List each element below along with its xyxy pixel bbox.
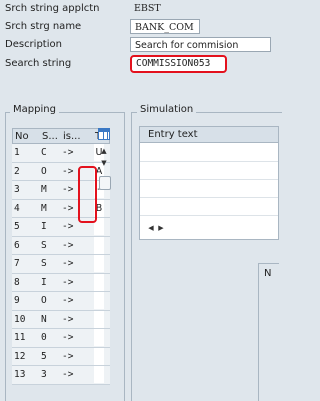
column-s[interactable]: S... xyxy=(42,131,58,142)
row-divider xyxy=(140,197,278,198)
cell-s: 0 xyxy=(41,332,47,343)
column-entry-text[interactable]: Entry text xyxy=(148,129,198,140)
cell-is: -> xyxy=(62,276,74,288)
target-column-highlight xyxy=(78,166,97,223)
cell-t-input[interactable] xyxy=(94,236,104,254)
value-search-string-application: EBST xyxy=(134,3,161,14)
cell-s: 5 xyxy=(41,350,47,362)
cell-t-input[interactable] xyxy=(94,366,104,383)
simulation-table: Entry text xyxy=(139,126,279,240)
cell-is: -> xyxy=(62,369,74,380)
table-row: 8 I -> xyxy=(12,273,110,292)
simulation-title: Simulation xyxy=(137,104,197,115)
scroll-up-icon[interactable]: ▲ xyxy=(97,145,111,157)
mapping-vertical-scrollbar[interactable]: ▲ ▼ xyxy=(97,144,111,192)
table-row: 7 S -> xyxy=(12,255,110,274)
scroll-down-icon[interactable]: ▼ xyxy=(97,157,111,169)
cell-s: I xyxy=(41,276,47,288)
cell-is: -> xyxy=(62,295,74,306)
cell-is: -> xyxy=(62,350,74,362)
cell-s: M xyxy=(41,184,47,195)
cell-is: -> xyxy=(62,221,74,232)
table-row: 10 N -> xyxy=(12,310,110,329)
field-row-description: Description Search for commision xyxy=(0,36,271,54)
table-row: 11 0 -> xyxy=(12,329,110,348)
cell-is: -> xyxy=(62,332,74,343)
cell-no: 4 xyxy=(14,202,20,214)
header-form: Srch string applctn EBST Srch strg name … xyxy=(0,0,271,73)
cell-s: O xyxy=(41,295,47,306)
simulation-table-header: Entry text xyxy=(140,127,278,143)
lower-table-column: N xyxy=(264,268,272,279)
label-description: Description xyxy=(5,39,62,50)
cell-s: 3 xyxy=(41,369,47,380)
label-search-string-name: Srch strg name xyxy=(5,21,82,32)
cell-t-input[interactable] xyxy=(94,329,104,346)
table-row: 1 C -> U xyxy=(12,144,110,163)
cell-no: 7 xyxy=(14,258,20,269)
cell-s: I xyxy=(41,221,47,232)
search-string-name-field[interactable]: BANK_COM xyxy=(130,19,200,34)
cell-t-input[interactable] xyxy=(94,273,104,291)
cell-s: S xyxy=(41,239,47,251)
cell-s: O xyxy=(41,165,47,177)
table-settings-icon[interactable] xyxy=(98,128,110,140)
field-row-application: Srch string applctn EBST xyxy=(0,0,271,18)
scroll-thumb[interactable] xyxy=(99,176,111,190)
cell-t-input[interactable] xyxy=(94,347,104,365)
cell-no: 6 xyxy=(14,239,20,251)
cell-no: 9 xyxy=(14,295,20,306)
column-no[interactable]: No xyxy=(15,131,29,142)
scroll-right-icon[interactable]: ▶ xyxy=(156,224,166,232)
cell-is: -> xyxy=(62,165,74,177)
mapping-table-header: No S... is... T... xyxy=(12,128,110,144)
row-divider xyxy=(140,179,278,180)
label-search-string-application: Srch string applctn xyxy=(5,3,100,14)
cell-is: -> xyxy=(62,258,74,269)
cell-t-input[interactable] xyxy=(94,310,104,328)
cell-s: S xyxy=(41,258,47,269)
simulation-horizontal-scrollbar[interactable]: ◀ ▶ xyxy=(146,224,166,232)
cell-no: 2 xyxy=(14,165,20,177)
cell-no: 12 xyxy=(14,350,26,362)
row-divider xyxy=(140,215,278,216)
table-row: 6 S -> xyxy=(12,236,110,255)
field-row-search-string: Search string COMMISSION053 xyxy=(0,55,271,73)
field-row-name: Srch strg name BANK_COM xyxy=(0,18,271,36)
column-is[interactable]: is... xyxy=(63,131,81,142)
cell-no: 10 xyxy=(14,313,26,325)
cell-no: 3 xyxy=(14,184,20,195)
lower-table-partial: N xyxy=(258,263,279,401)
cell-t-input[interactable] xyxy=(94,292,104,309)
cell-s: M xyxy=(41,202,47,214)
mapping-title: Mapping xyxy=(10,104,59,115)
label-search-string: Search string xyxy=(5,58,72,69)
table-row: 12 5 -> xyxy=(12,347,110,366)
cell-t-input[interactable] xyxy=(94,255,104,272)
cell-s: N xyxy=(41,313,47,325)
cell-is: -> xyxy=(62,147,74,158)
cell-no: 5 xyxy=(14,221,20,232)
table-row: 9 O -> xyxy=(12,292,110,311)
description-field[interactable]: Search for commision xyxy=(130,37,271,52)
cell-s: C xyxy=(41,147,47,158)
search-string-field[interactable]: COMMISSION053 xyxy=(130,55,227,73)
table-row: 13 3 -> xyxy=(12,366,110,385)
scroll-left-icon[interactable]: ◀ xyxy=(146,224,156,232)
row-divider xyxy=(140,161,278,162)
cell-is: -> xyxy=(62,313,74,325)
cell-no: 11 xyxy=(14,332,26,343)
cell-no: 8 xyxy=(14,276,20,288)
cell-no: 13 xyxy=(14,369,26,380)
cell-is: -> xyxy=(62,239,74,251)
cell-is: -> xyxy=(62,184,74,195)
cell-no: 1 xyxy=(14,147,20,158)
cell-is: -> xyxy=(62,202,74,214)
